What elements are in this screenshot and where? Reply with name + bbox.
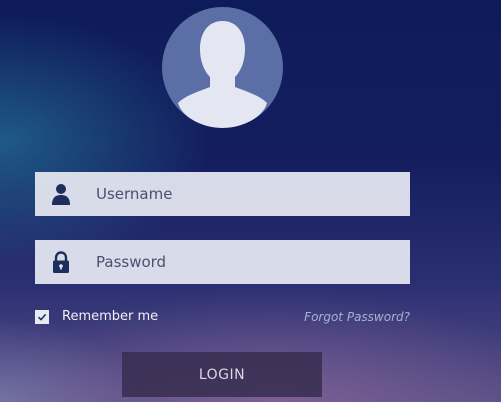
remember-me[interactable]: Remember me (35, 309, 158, 324)
avatar (162, 7, 283, 128)
username-input[interactable] (94, 184, 398, 204)
lock-icon (48, 249, 74, 275)
forgot-password-link[interactable]: Forgot Password? (304, 310, 410, 324)
user-icon (48, 181, 74, 207)
login-button[interactable]: LOGIN (122, 352, 322, 397)
password-input[interactable] (94, 252, 398, 272)
user-silhouette-icon (178, 21, 267, 128)
password-field[interactable] (35, 240, 410, 284)
remember-me-label: Remember me (62, 309, 159, 324)
remember-me-checkbox[interactable] (35, 309, 49, 324)
username-field[interactable] (35, 172, 410, 216)
checkmark-icon (37, 313, 47, 321)
